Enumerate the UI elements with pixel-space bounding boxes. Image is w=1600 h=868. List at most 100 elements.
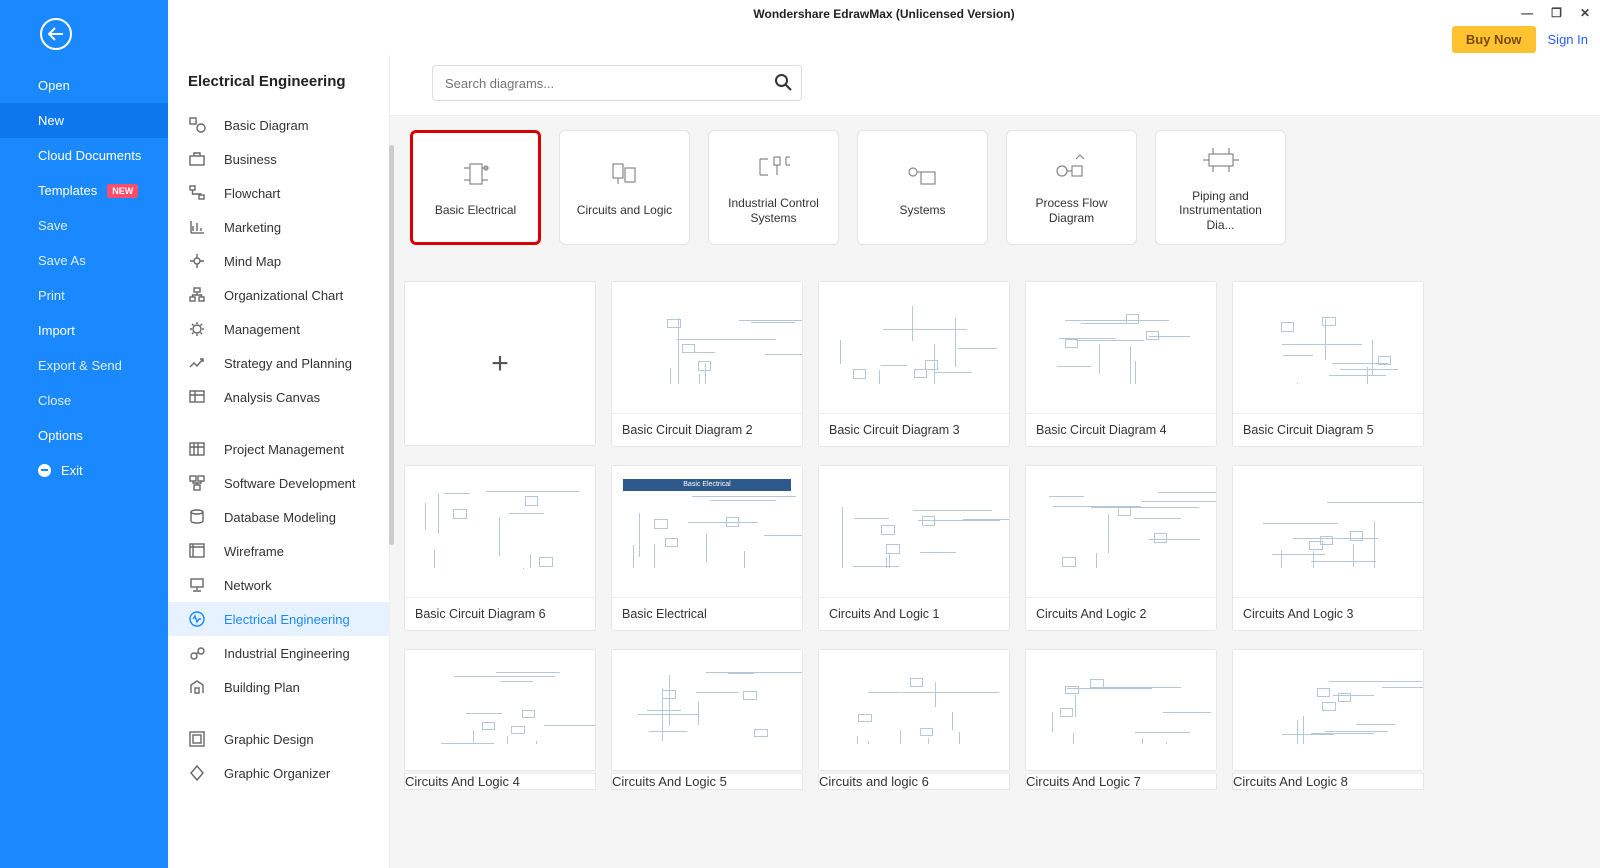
menu-print[interactable]: Print <box>0 278 168 313</box>
subtype-label: Industrial Control Systems <box>717 196 830 225</box>
mgmt-icon <box>188 320 206 338</box>
template-blank[interactable]: + <box>404 281 596 446</box>
category-item-marketing[interactable]: Marketing <box>168 210 389 244</box>
menu-options[interactable]: Options <box>0 418 168 453</box>
category-item-project-management[interactable]: Project Management <box>168 432 389 466</box>
template-thumbnail <box>1026 650 1216 770</box>
menu-export-send[interactable]: Export & Send <box>0 348 168 383</box>
template-caption: Circuits And Logic 8 <box>1232 773 1424 790</box>
subtype-basic-electrical[interactable]: Basic Electrical <box>410 130 541 245</box>
go-icon <box>188 764 206 782</box>
template-caption: Circuits And Logic 2 <box>1026 598 1216 630</box>
category-label: Graphic Organizer <box>224 766 330 781</box>
category-item-building-plan[interactable]: Building Plan <box>168 670 389 704</box>
window-close-button[interactable]: ✕ <box>1580 6 1590 20</box>
category-item-industrial-engineering[interactable]: Industrial Engineering <box>168 636 389 670</box>
category-label: Database Modeling <box>224 510 336 525</box>
menu-new[interactable]: New <box>0 103 168 138</box>
category-item-organizational-chart[interactable]: Organizational Chart <box>168 278 389 312</box>
category-scrollbar[interactable] <box>389 145 394 545</box>
category-item-database-modeling[interactable]: Database Modeling <box>168 500 389 534</box>
category-item-flowchart[interactable]: Flowchart <box>168 176 389 210</box>
search-icon[interactable] <box>774 73 792 94</box>
menu-save[interactable]: Save <box>0 208 168 243</box>
template-basic-circuit-diagram-6[interactable]: Basic Circuit Diagram 6 <box>404 465 596 631</box>
subtype-process-flow-diagram[interactable]: Process Flow Diagram <box>1006 130 1137 245</box>
template-caption: Basic Circuit Diagram 5 <box>1233 414 1423 446</box>
template-thumbnail <box>1026 466 1216 598</box>
subtype-icon <box>901 157 945 191</box>
template-circuits-and-logic-6[interactable] <box>818 649 1010 771</box>
template-basic-circuit-diagram-4[interactable]: Basic Circuit Diagram 4 <box>1025 281 1217 447</box>
net-icon <box>188 576 206 594</box>
category-label: Graphic Design <box>224 732 314 747</box>
subtype-row: Basic ElectricalCircuits and Logic Indust… <box>390 115 1600 263</box>
category-item-electrical-engineering[interactable]: Electrical Engineering <box>168 602 389 636</box>
template-circuits-and-logic-2[interactable]: Circuits And Logic 2 <box>1025 465 1217 631</box>
menu-templates[interactable]: Templates NEW <box>0 173 168 208</box>
template-thumbnail <box>819 282 1009 414</box>
menu-cloud-documents[interactable]: Cloud Documents <box>0 138 168 173</box>
soft-icon <box>188 474 206 492</box>
subtype-industrial-control-systems[interactable]: Industrial Control Systems <box>708 130 839 245</box>
buy-now-button[interactable]: Buy Now <box>1452 26 1536 53</box>
category-item-network[interactable]: Network <box>168 568 389 602</box>
menu-close[interactable]: Close <box>0 383 168 418</box>
subtype-icon <box>454 157 498 191</box>
category-label: Flowchart <box>224 186 280 201</box>
template-caption: Circuits And Logic 1 <box>819 598 1009 630</box>
template-basic-electrical[interactable]: Basic ElectricalBasic Electrical <box>611 465 803 631</box>
template-basic-circuit-diagram-5[interactable]: Basic Circuit Diagram 5 <box>1232 281 1424 447</box>
sign-in-link[interactable]: Sign In <box>1548 32 1588 47</box>
category-item-business[interactable]: Business <box>168 142 389 176</box>
template-thumbnail <box>612 282 802 414</box>
file-menu-sidebar: Open New Cloud Documents Templates NEW S… <box>0 0 168 868</box>
menu-save-as[interactable]: Save As <box>0 243 168 278</box>
menu-open[interactable]: Open <box>0 68 168 103</box>
subtype-systems[interactable]: Systems <box>857 130 988 245</box>
template-circuits-and-logic-5[interactable] <box>611 649 803 771</box>
subtype-label: Process Flow Diagram <box>1015 196 1128 225</box>
category-label: Analysis Canvas <box>224 390 320 405</box>
template-circuits-and-logic-4[interactable] <box>404 649 596 771</box>
template-thumbnail <box>612 650 802 770</box>
window-minimize-button[interactable]: — <box>1521 6 1533 20</box>
menu-import[interactable]: Import <box>0 313 168 348</box>
category-label: Basic Diagram <box>224 118 309 133</box>
flow-icon <box>188 184 206 202</box>
window-title: Wondershare EdrawMax (Unlicensed Version… <box>168 0 1600 20</box>
exit-icon <box>38 464 51 477</box>
back-button[interactable] <box>40 18 72 50</box>
category-item-graphic-organizer[interactable]: Graphic Organizer <box>168 756 389 790</box>
category-label: Network <box>224 578 272 593</box>
category-item-graphic-design[interactable]: Graphic Design <box>168 722 389 756</box>
category-item-mind-map[interactable]: Mind Map <box>168 244 389 278</box>
category-label: Industrial Engineering <box>224 646 350 661</box>
subtype-circuits-and-logic[interactable]: Circuits and Logic <box>559 130 690 245</box>
category-item-management[interactable]: Management <box>168 312 389 346</box>
template-basic-circuit-diagram-3[interactable]: Basic Circuit Diagram 3 <box>818 281 1010 447</box>
category-title: Electrical Engineering <box>168 55 389 108</box>
template-thumbnail <box>1233 650 1423 770</box>
project-icon <box>188 440 206 458</box>
menu-exit[interactable]: Exit <box>0 453 168 488</box>
template-thumbnail: Basic Electrical <box>612 466 802 598</box>
subtype-piping-and-instrumentation-dia-[interactable]: Piping and Instrumentation Dia... <box>1155 130 1286 245</box>
template-thumbnail <box>819 650 1009 770</box>
search-input[interactable] <box>432 65 802 101</box>
category-label: Electrical Engineering <box>224 612 350 627</box>
category-label: Marketing <box>224 220 281 235</box>
category-item-strategy-and-planning[interactable]: Strategy and Planning <box>168 346 389 380</box>
template-basic-circuit-diagram-2[interactable]: Basic Circuit Diagram 2 <box>611 281 803 447</box>
category-item-basic-diagram[interactable]: Basic Diagram <box>168 108 389 142</box>
template-circuits-and-logic-8[interactable] <box>1232 649 1424 771</box>
wire-icon <box>188 542 206 560</box>
category-item-analysis-canvas[interactable]: Analysis Canvas <box>168 380 389 414</box>
window-restore-button[interactable]: ❐ <box>1551 6 1562 20</box>
template-circuits-and-logic-7[interactable] <box>1025 649 1217 771</box>
template-circuits-and-logic-3[interactable]: Circuits And Logic 3 <box>1232 465 1424 631</box>
category-item-wireframe[interactable]: Wireframe <box>168 534 389 568</box>
category-item-software-development[interactable]: Software Development <box>168 466 389 500</box>
template-circuits-and-logic-1[interactable]: Circuits And Logic 1 <box>818 465 1010 631</box>
shapes-icon <box>188 116 206 134</box>
